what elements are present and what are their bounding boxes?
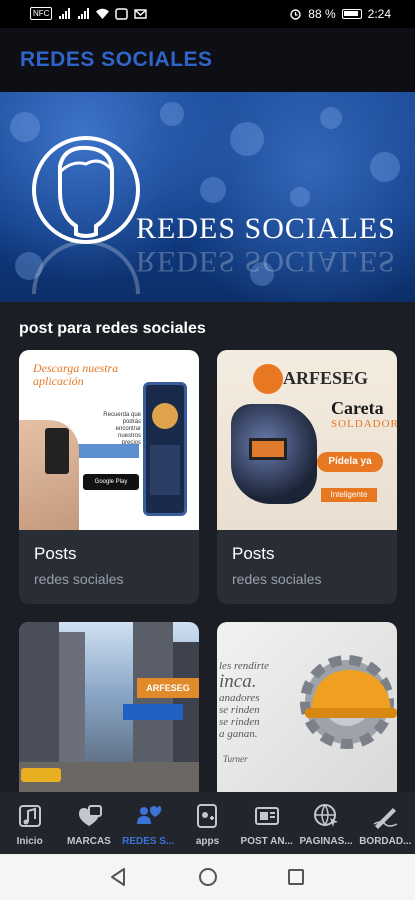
bokeh-light xyxy=(230,122,264,156)
card-title: Posts xyxy=(232,544,275,563)
card-image: ARFESEG xyxy=(19,622,199,802)
ad-body-text: Recuerda que podrás encontrar nuestros p… xyxy=(103,412,141,446)
bokeh-light xyxy=(320,107,342,129)
nav-label: PAGINAS... xyxy=(299,836,353,847)
banner-title: REDES SOCIALES xyxy=(136,212,396,245)
brand-logo xyxy=(253,364,283,394)
google-play-badge: Google Play xyxy=(83,474,139,490)
nav-label: apps xyxy=(195,836,220,847)
product-name: Careta xyxy=(331,398,384,418)
bokeh-light xyxy=(160,102,184,126)
tag-label: Inteligente xyxy=(321,488,377,502)
screen: NFC 88 % 2:24 REDES SOCIALES REDES SOCIA… xyxy=(0,0,415,900)
banner-title-reflection: REDES SOCIALES xyxy=(136,245,396,278)
quote-author: Turner xyxy=(223,754,248,764)
phone-screen-content xyxy=(150,445,180,495)
apps-icon xyxy=(197,804,218,828)
brands-icon xyxy=(78,805,102,826)
nav-item-marcas[interactable]: MARCAS xyxy=(59,792,118,854)
post-card[interactable]: les rendirte inca. anadores se rinden se… xyxy=(217,622,397,802)
signal-icon xyxy=(78,7,90,19)
nav-label: Inicio xyxy=(16,836,43,847)
taxi xyxy=(21,768,61,782)
system-navigation-bar xyxy=(0,854,415,900)
mail-icon xyxy=(134,8,148,19)
nav-item-redes-sociales[interactable]: REDES S... xyxy=(119,792,178,854)
post-card[interactable]: ARFESEG xyxy=(19,622,199,802)
card-image: ARFESEG Careta SOLDADOR Pídela ya Inteli… xyxy=(217,350,397,530)
head-silhouette-logo xyxy=(32,136,140,294)
billboard-sign: ARFESEG xyxy=(137,678,199,698)
notification-icon xyxy=(115,7,129,20)
helmet-visor xyxy=(249,438,287,460)
signal-icon xyxy=(59,7,71,19)
nav-label: BORDAD... xyxy=(359,836,412,847)
small-phone xyxy=(45,428,69,474)
bokeh-light xyxy=(370,152,400,182)
battery-icon xyxy=(341,9,362,19)
product-type: SOLDADOR xyxy=(331,418,397,430)
gear-hardhat-image xyxy=(300,655,397,749)
status-bar: NFC 88 % 2:24 xyxy=(0,0,415,28)
section-title: post para redes sociales xyxy=(19,320,206,337)
post-card[interactable]: ARFESEG Careta SOLDADOR Pídela ya Inteli… xyxy=(217,350,397,604)
header-banner: REDES SOCIALES REDES SOCIALES xyxy=(0,92,415,302)
nav-label: POST AN... xyxy=(240,836,293,847)
nav-item-apps[interactable]: apps xyxy=(178,792,237,854)
brand-name: ARFESEG xyxy=(283,368,369,388)
post-icon xyxy=(254,807,279,825)
nfc-chip: NFC xyxy=(30,7,53,20)
cta-button: Pídela ya xyxy=(317,452,383,472)
card-subtitle: redes sociales xyxy=(232,571,322,587)
app-bar: REDES SOCIALES xyxy=(0,28,415,92)
clock: 2:24 xyxy=(367,7,391,21)
nav-item-bordados[interactable]: BORDAD... xyxy=(356,792,415,854)
back-icon[interactable] xyxy=(108,866,128,888)
page-title: REDES SOCIALES xyxy=(20,48,213,71)
alarm-icon xyxy=(290,9,301,20)
nav-item-inicio[interactable]: Inicio xyxy=(0,792,59,854)
bokeh-light xyxy=(200,177,226,203)
social-people-icon xyxy=(137,806,162,824)
ad-headline: Descarga nuestra aplicación xyxy=(33,361,119,388)
card-subtitle: redes sociales xyxy=(34,571,124,587)
phone-mockup xyxy=(143,382,187,516)
nav-item-post-anuncios[interactable]: POST AN... xyxy=(237,792,296,854)
embroidery-icon xyxy=(373,808,398,829)
ad-blue-stripe xyxy=(75,444,139,458)
post-card[interactable]: Descarga nuestra aplicación Recuerda que… xyxy=(19,350,199,604)
nav-item-paginas[interactable]: PAGINAS... xyxy=(296,792,355,854)
bottom-navigation: Inicio MARCAS REDES S... apps POST AN...… xyxy=(0,792,415,854)
nav-label: MARCAS xyxy=(66,836,111,847)
wifi-icon xyxy=(96,8,110,19)
nav-label: REDES S... xyxy=(122,836,175,847)
card-title: Posts xyxy=(34,544,77,563)
web-globe-icon xyxy=(314,804,339,827)
recents-icon[interactable] xyxy=(286,866,306,888)
billboard xyxy=(123,704,183,720)
phone-screen-logo xyxy=(152,403,178,429)
home-icon[interactable] xyxy=(197,866,219,888)
welding-helmet-image xyxy=(231,404,317,504)
battery-percent: 88 % xyxy=(308,7,336,21)
card-image: les rendirte inca. anadores se rinden se… xyxy=(217,622,397,802)
bokeh-light xyxy=(290,187,310,207)
home-music-icon xyxy=(18,805,41,827)
card-image: Descarga nuestra aplicación Recuerda que… xyxy=(19,350,199,530)
